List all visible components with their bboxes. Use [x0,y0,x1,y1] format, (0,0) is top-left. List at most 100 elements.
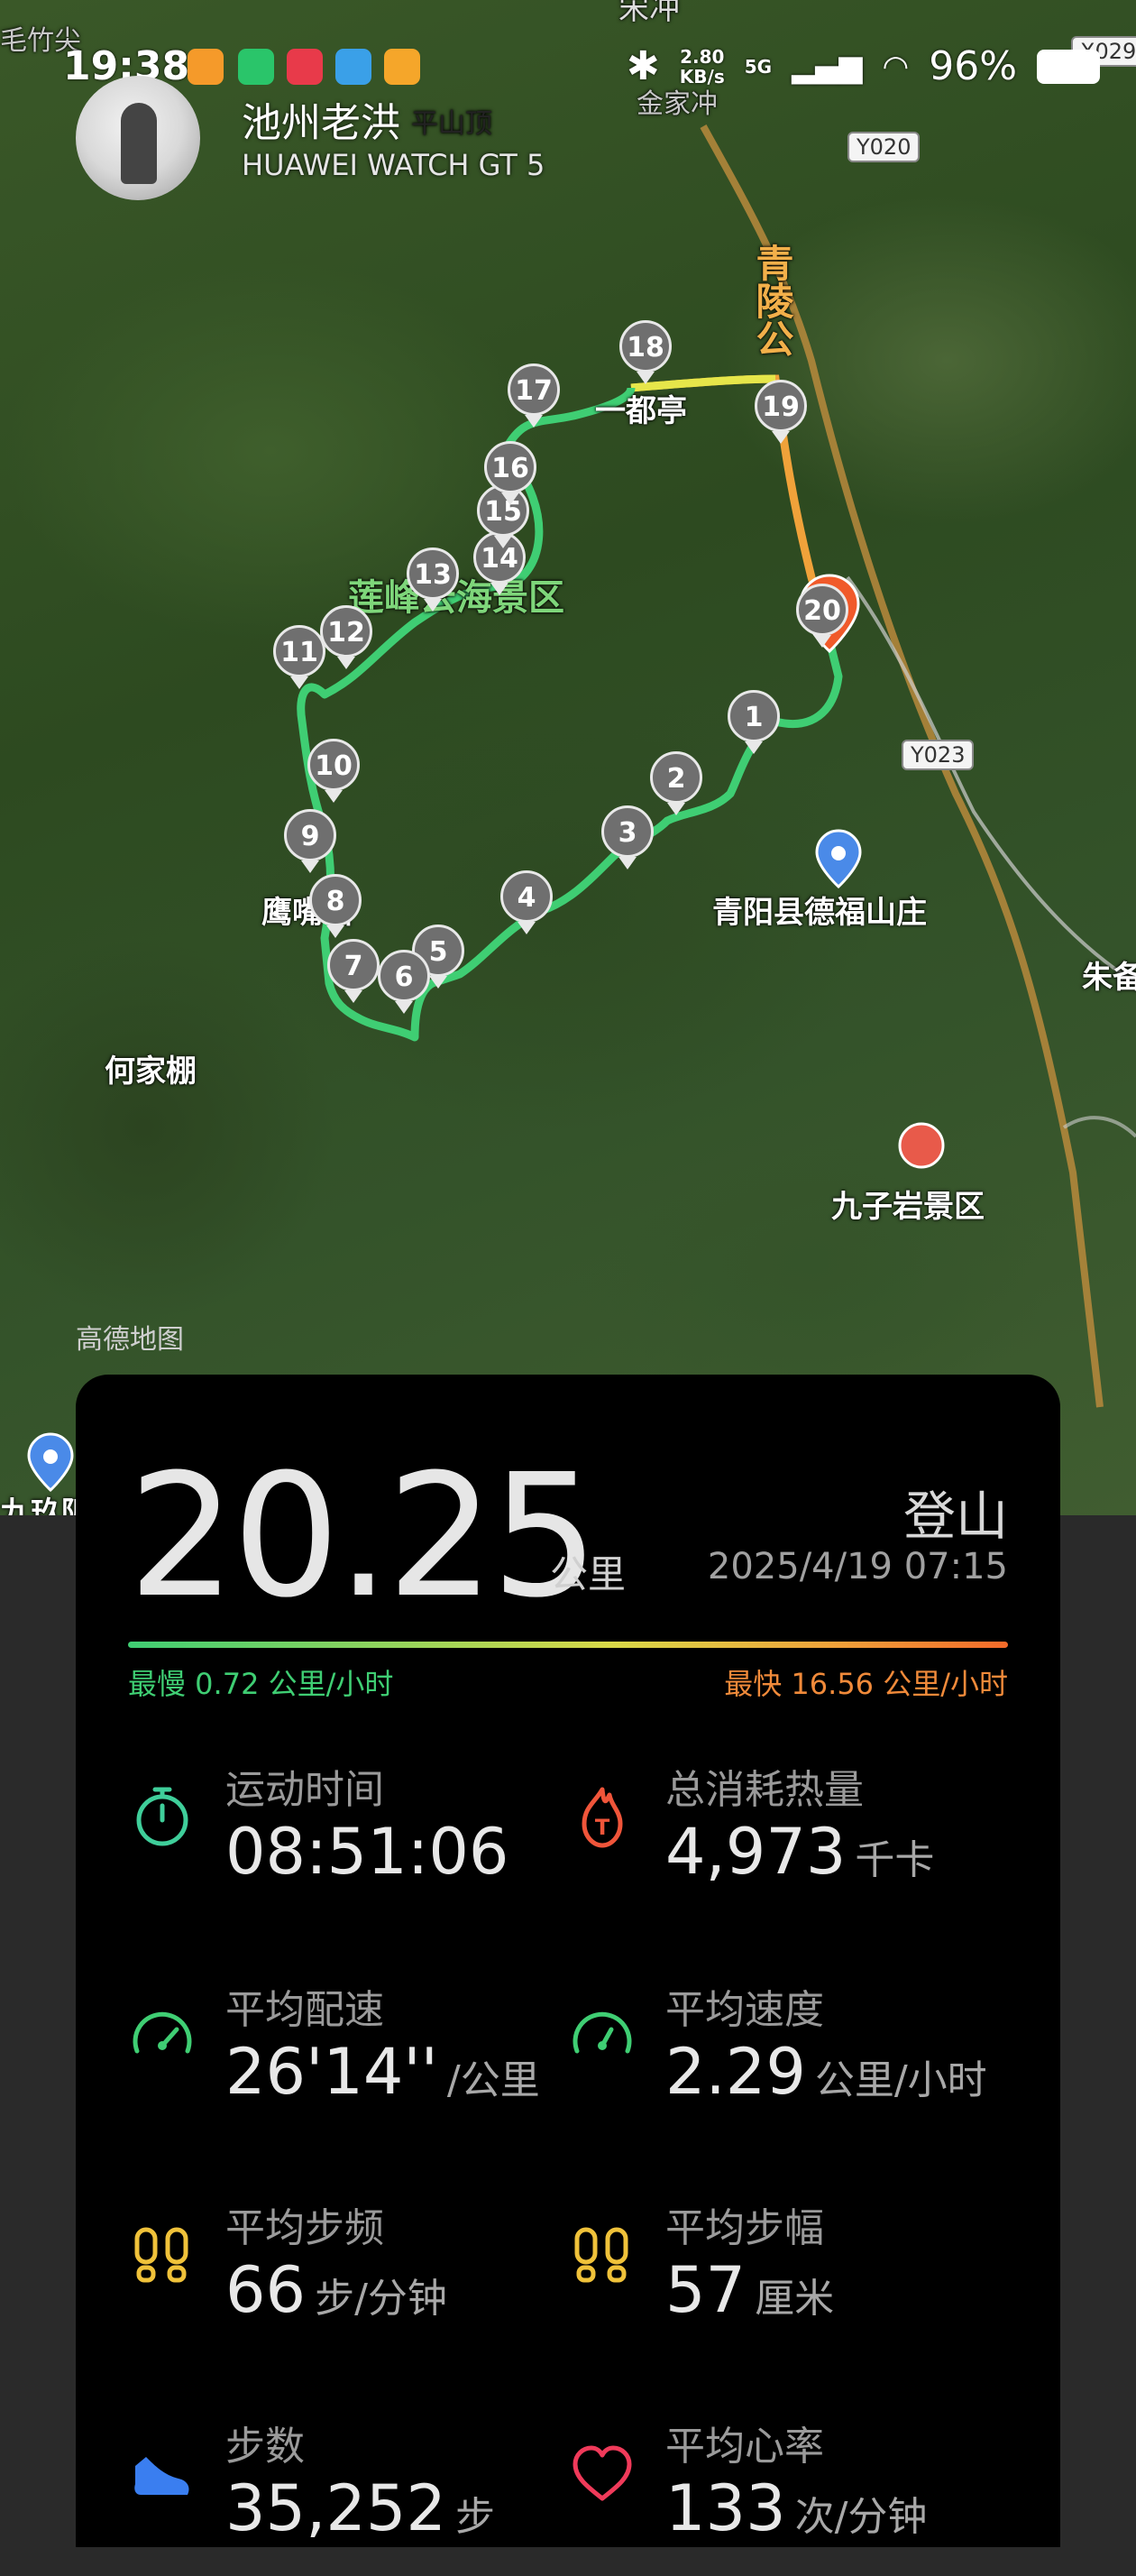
heart-app-icon [287,49,323,85]
waypoint-12[interactable]: 12 [320,605,372,658]
metric-avg-stride: 平均步幅 57 厘米 [568,2195,1001,2358]
metric-unit: 厘米 [755,2276,835,2322]
footprints-icon [574,2227,628,2283]
metric-value: 35,252 步 [225,2471,495,2545]
waypoint-3[interactable]: 3 [601,805,654,858]
bluetooth-icon: ✱ [626,43,660,89]
waypoint-17[interactable]: 17 [508,363,560,416]
map-provider-watermark: 高德地图 [76,1324,184,1356]
waypoint-2[interactable]: 2 [650,751,702,804]
road-badge-y020: Y020 [847,132,921,162]
metric-calories: T 总消耗热量 4,973 千卡 [568,1757,1001,1919]
metric-number: 35,252 [225,2471,446,2545]
flame-icon: T [582,1787,623,1848]
waypoint-18[interactable]: 18 [619,320,672,373]
map-label-yidu: 一都亭 [595,393,687,429]
waypoint-13[interactable]: 13 [407,547,459,600]
map-label-east: 朱备 [1082,960,1136,996]
metric-label: 步数 [225,2424,305,2470]
waypoint-8[interactable]: 8 [309,874,362,926]
signal-icon: ▂▄▆ [792,48,863,85]
metric-number: 57 [665,2253,747,2327]
metric-label: 平均速度 [665,1987,824,2033]
shoe-icon [134,2457,189,2495]
metric-number: 26'14'' [225,2035,438,2109]
speedometer-icon [133,2011,192,2054]
phone-icon [238,49,274,85]
waypoint-4[interactable]: 4 [500,870,553,923]
metric-label: 平均步幅 [665,2205,824,2251]
road-badge-y023: Y023 [902,740,975,770]
network-speed-value: 2.80 [680,45,725,68]
metric-label: 平均步频 [225,2205,384,2251]
metric-unit: /公里 [446,2057,540,2103]
workout-summary-card: 20.25 公里 登山 2025/4/19 07:15 最慢 0.72 公里/小… [76,1375,1060,2547]
battery-text: 96% [929,43,1017,89]
app-notification-icon-1 [188,49,224,85]
app-notification-icon-3 [384,49,420,85]
network-speed-unit: KB/s [679,65,725,87]
metric-value: 133 次/分钟 [665,2471,927,2545]
map-label-poi-scenic[interactable]: 九子岩景区 [831,1182,985,1226]
metric-value: 4,973 千卡 [665,1815,934,1889]
avatar[interactable] [76,76,200,200]
metric-value: 57 厘米 [665,2253,834,2327]
metric-value: 66 步/分钟 [225,2253,447,2327]
app-notification-icon-2 [335,49,371,85]
waypoint-9[interactable]: 9 [284,809,336,861]
stopwatch-icon [136,1787,188,1846]
metric-value: 2.29 公里/小时 [665,2035,987,2109]
metric-number: 2.29 [665,2035,806,2109]
status-right-group: ✱ 2.80 KB/s 5G ▂▄▆ ◠ 96% [627,43,1100,89]
metric-value: 26'14''/公里 [225,2035,540,2109]
metric-label: 平均心率 [665,2424,824,2470]
user-name: 池州老洪 [242,100,400,146]
waypoint-6[interactable]: 6 [378,950,430,1002]
map-label-poi-hotel[interactable]: 青阳县德福山庄 [712,888,927,932]
metric-label: 总消耗热量 [665,1767,864,1813]
metric-avg-heart-rate: 平均心率 133 次/分钟 [568,2414,1001,2576]
waypoint-20[interactable]: 20 [796,584,848,636]
metric-number: 133 [665,2471,786,2545]
fastest-speed: 最快 16.56 公里/小时 [724,1667,1008,1701]
waypoint-7[interactable]: 7 [327,939,380,991]
metric-number: 4,973 [665,1815,847,1889]
map-label-mountain-top: 平山顶 [411,108,492,140]
heart-icon [573,2445,632,2501]
distance-value: 20.25 [128,1438,599,1635]
metric-value: 08:51:06 [225,1815,518,1889]
slowest-speed: 最慢 0.72 公里/小时 [128,1667,394,1701]
start-time: 2025/4/19 07:15 [707,1546,1008,1587]
metric-avg-cadence: 平均步频 66 步/分钟 [128,2195,561,2358]
waypoint-1[interactable]: 1 [728,690,780,742]
metric-label: 运动时间 [225,1767,384,1813]
metric-unit: 步/分钟 [315,2276,447,2322]
metric-avg-speed: 平均速度 2.29 公里/小时 [568,1977,1001,2139]
svg-text:T: T [595,1815,610,1840]
network-speed: 2.80 KB/s [680,47,725,87]
route-map[interactable]: 毛竹尖 宋冲 平山顶 金家冲 Y020 Y023 X029 青陵公 一都亭 莲峰… [0,0,1136,1515]
waypoint-11[interactable]: 11 [273,625,325,677]
metric-avg-pace: 平均配速 26'14''/公里 [128,1977,561,2139]
map-label-qingling: 青陵公 [750,244,794,357]
pace-gradient-bar [128,1642,1008,1648]
waypoint-10[interactable]: 10 [307,739,360,791]
metric-unit: 次/分钟 [794,2494,928,2540]
footprints-icon [134,2227,188,2283]
sport-type: 登山 [902,1486,1008,1547]
metric-number: 66 [225,2253,307,2327]
metric-label: 平均配速 [225,1987,384,2033]
map-label-road-top: 宋冲 [618,0,680,27]
avatar-figure [121,103,157,184]
metric-duration: 运动时间 08:51:06 [128,1757,561,1919]
gauge-icon [573,2011,632,2054]
waypoint-16[interactable]: 16 [484,441,536,493]
signal-5g: 5G [744,55,773,78]
distance-unit: 公里 [550,1552,627,1596]
metric-unit: 步 [454,2494,495,2540]
metric-unit: 千卡 [855,1837,935,1883]
battery-icon [1037,49,1100,84]
device-name: HUAWEI WATCH GT 5 [242,148,545,182]
waypoint-19[interactable]: 19 [755,380,807,432]
map-label-hejiapeng: 何家棚 [105,1053,197,1090]
